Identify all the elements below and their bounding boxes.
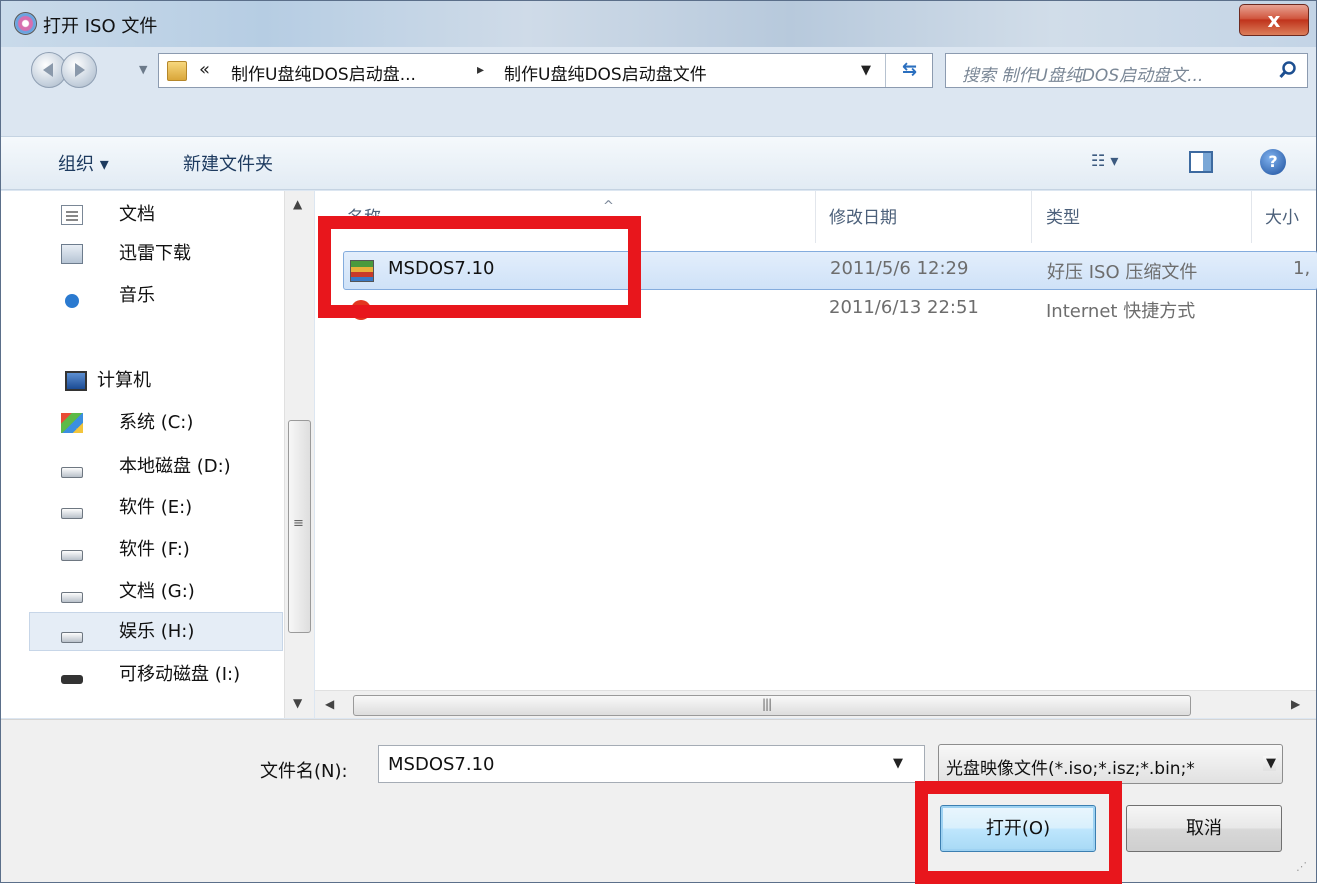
document-icon bbox=[61, 205, 83, 225]
resize-grip-icon[interactable]: ⋰ bbox=[1296, 860, 1307, 873]
nav-item-label: 计算机 bbox=[97, 370, 151, 391]
filename-value: MSDOS7.10 bbox=[388, 754, 495, 775]
address-bar[interactable]: « 制作U盘纯DOS启动盘... ▸ 制作U盘纯DOS启动盘文件 ▼ ⇆ bbox=[158, 53, 933, 88]
organize-menu-button[interactable]: 组织 ▾ bbox=[58, 150, 109, 176]
nav-item-label: 音乐 bbox=[119, 285, 155, 306]
scroll-right-icon[interactable]: ▶ bbox=[1291, 697, 1300, 711]
nav-item-label: 娱乐 (H:) bbox=[119, 621, 195, 642]
nav-scroll-thumb[interactable]: ≡ bbox=[288, 420, 311, 633]
nav-item-label: 软件 (E:) bbox=[119, 497, 193, 518]
file-date: 2011/6/13 22:51 bbox=[829, 297, 979, 318]
column-header-date[interactable]: 修改日期 bbox=[829, 203, 897, 228]
search-input[interactable]: 搜索 制作U盘纯DOS启动盘文... bbox=[945, 53, 1308, 88]
preview-pane-icon[interactable] bbox=[1189, 151, 1213, 173]
help-icon[interactable]: ? bbox=[1260, 149, 1286, 175]
column-divider[interactable] bbox=[815, 191, 816, 243]
nav-item-label: 迅雷下载 bbox=[119, 243, 191, 264]
file-size: 1, bbox=[1293, 258, 1311, 279]
drive-icon bbox=[61, 592, 83, 603]
nav-item-label: 文档 (G:) bbox=[119, 581, 195, 602]
scroll-up-icon[interactable]: ▲ bbox=[293, 197, 302, 211]
new-folder-button[interactable]: 新建文件夹 bbox=[183, 150, 273, 176]
nav-item-label: 文档 bbox=[119, 204, 155, 225]
computer-icon bbox=[65, 371, 87, 391]
breadcrumb-parent[interactable]: 制作U盘纯DOS启动盘... bbox=[231, 60, 416, 85]
forward-button[interactable] bbox=[61, 52, 97, 88]
column-divider[interactable] bbox=[1031, 191, 1032, 243]
file-horizontal-scrollbar[interactable]: ◀ ||| ▶ bbox=[315, 690, 1316, 718]
highlight-box-file bbox=[318, 216, 641, 318]
nav-item-drive-c[interactable]: 系统 (C:) bbox=[61, 405, 271, 441]
column-header-type[interactable]: 类型 bbox=[1046, 203, 1080, 228]
file-type: 好压 ISO 压缩文件 bbox=[1047, 262, 1198, 283]
title-bar[interactable]: 打开 ISO 文件 x bbox=[1, 1, 1316, 47]
nav-item-thunder-downloads[interactable]: 迅雷下载 bbox=[61, 236, 271, 272]
breadcrumb-current[interactable]: 制作U盘纯DOS启动盘文件 bbox=[504, 60, 707, 85]
highlight-box-open-button bbox=[915, 781, 1122, 884]
recent-pages-dropdown-icon[interactable]: ▼ bbox=[139, 63, 147, 76]
system-drive-icon bbox=[61, 413, 83, 433]
nav-item-removable-i[interactable]: 可移动磁盘 (I:) bbox=[61, 657, 276, 693]
download-folder-icon bbox=[61, 244, 83, 264]
change-view-icon[interactable]: ☷ ▾ bbox=[1091, 151, 1118, 170]
file-date: 2011/5/6 12:29 bbox=[830, 258, 969, 279]
open-iso-dialog: 打开 ISO 文件 x ▼ « 制作U盘纯DOS启动盘... ▸ 制作U盘纯DO… bbox=[0, 0, 1317, 884]
command-bar: 组织 ▾ 新建文件夹 ☷ ▾ ? bbox=[1, 136, 1316, 190]
nav-item-drive-e[interactable]: 软件 (E:) bbox=[61, 490, 271, 526]
search-icon[interactable] bbox=[1279, 61, 1297, 79]
close-button[interactable]: x bbox=[1239, 4, 1309, 36]
breadcrumb-separator-icon[interactable]: ▸ bbox=[477, 62, 484, 78]
breadcrumb-overflow[interactable]: « bbox=[199, 59, 210, 80]
drive-icon bbox=[61, 508, 83, 519]
nav-vertical-scrollbar[interactable]: ▲ ≡ ▼ bbox=[284, 191, 314, 718]
refresh-button[interactable]: ⇆ bbox=[885, 54, 933, 87]
nav-item-label: 软件 (F:) bbox=[119, 539, 190, 560]
disc-app-icon bbox=[14, 12, 37, 35]
column-divider[interactable] bbox=[1251, 191, 1252, 243]
file-type: Internet 快捷方式 bbox=[1046, 301, 1196, 322]
music-icon bbox=[65, 294, 79, 308]
drive-icon bbox=[61, 632, 83, 643]
nav-item-drive-d[interactable]: 本地磁盘 (D:) bbox=[61, 449, 271, 485]
removable-drive-icon bbox=[61, 675, 83, 684]
scroll-down-icon[interactable]: ▼ bbox=[293, 696, 302, 710]
nav-item-label: 本地磁盘 (D:) bbox=[119, 456, 231, 477]
filetype-select[interactable]: 光盘映像文件(*.iso;*.isz;*.bin;* ▼ bbox=[938, 744, 1283, 784]
window-title: 打开 ISO 文件 bbox=[43, 16, 158, 37]
scroll-left-icon[interactable]: ◀ bbox=[325, 697, 334, 711]
grip-icon: ||| bbox=[762, 697, 772, 711]
filetype-value: 光盘映像文件(*.iso;*.isz;*.bin;* bbox=[946, 759, 1195, 779]
nav-item-music[interactable]: 音乐 bbox=[65, 278, 271, 314]
search-placeholder: 搜索 制作U盘纯DOS启动盘文... bbox=[962, 66, 1204, 86]
nav-item-label: 系统 (C:) bbox=[119, 412, 194, 433]
nav-item-drive-h[interactable]: 娱乐 (H:) bbox=[61, 614, 271, 650]
nav-item-drive-g[interactable]: 文档 (G:) bbox=[61, 574, 271, 610]
nav-item-computer[interactable]: 计算机 bbox=[65, 363, 275, 399]
sort-ascending-icon: ^ bbox=[603, 199, 614, 214]
nav-item-drive-f[interactable]: 软件 (F:) bbox=[61, 532, 271, 568]
filename-label: 文件名(N): bbox=[260, 761, 348, 782]
address-history-dropdown-icon[interactable]: ▼ bbox=[861, 63, 871, 78]
cancel-button[interactable]: 取消 bbox=[1126, 805, 1282, 852]
drive-icon bbox=[61, 550, 83, 561]
column-header-size[interactable]: 大小 bbox=[1265, 203, 1299, 228]
filetype-dropdown-icon[interactable]: ▼ bbox=[1263, 756, 1276, 771]
nav-item-documents[interactable]: 文档 bbox=[61, 197, 271, 233]
grip-icon: ≡ bbox=[293, 516, 304, 531]
file-scroll-thumb[interactable]: ||| bbox=[353, 695, 1191, 716]
nav-item-label: 可移动磁盘 (I:) bbox=[119, 664, 241, 685]
folder-icon bbox=[167, 61, 187, 81]
drive-icon bbox=[61, 467, 83, 478]
navigation-pane: 文档 迅雷下载 音乐 计算机 系统 (C:) 本地磁盘 (D:) 软件 (E:) bbox=[1, 191, 314, 718]
filename-input[interactable]: MSDOS7.10 ▼ bbox=[378, 745, 925, 783]
filename-dropdown-icon[interactable]: ▼ bbox=[893, 756, 903, 771]
